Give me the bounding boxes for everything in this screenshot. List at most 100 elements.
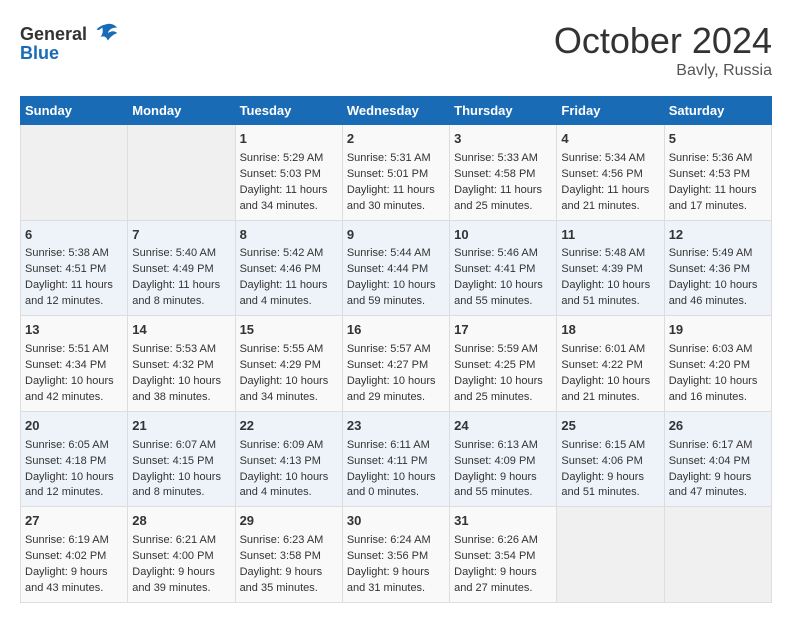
day-number: 27 [25,512,123,531]
calendar-cell: 15Sunrise: 5:55 AMSunset: 4:29 PMDayligh… [235,316,342,412]
calendar-cell: 22Sunrise: 6:09 AMSunset: 4:13 PMDayligh… [235,411,342,507]
logo-general: General [20,25,87,43]
cell-text: Daylight: 10 hours and 59 minutes. [347,278,445,310]
cell-text: Sunset: 4:51 PM [25,262,123,278]
cell-text: Daylight: 11 hours and 8 minutes. [132,278,230,310]
day-number: 23 [347,417,445,436]
cell-text: Sunset: 4:34 PM [25,358,123,374]
day-header-tuesday: Tuesday [235,97,342,125]
cell-text: Sunrise: 5:53 AM [132,342,230,358]
cell-text: Sunrise: 6:09 AM [240,438,338,454]
cell-text: Sunset: 4:41 PM [454,262,552,278]
day-number: 20 [25,417,123,436]
cell-text: Sunrise: 5:49 AM [669,246,767,262]
cell-text: Sunrise: 6:26 AM [454,533,552,549]
cell-text: Sunrise: 6:19 AM [25,533,123,549]
cell-text: Sunrise: 6:15 AM [561,438,659,454]
day-number: 5 [669,130,767,149]
cell-text: Sunrise: 5:34 AM [561,151,659,167]
calendar-cell: 1Sunrise: 5:29 AMSunset: 5:03 PMDaylight… [235,125,342,221]
day-number: 1 [240,130,338,149]
calendar-cell: 9Sunrise: 5:44 AMSunset: 4:44 PMDaylight… [342,220,449,316]
calendar-cell: 18Sunrise: 6:01 AMSunset: 4:22 PMDayligh… [557,316,664,412]
calendar-cell: 8Sunrise: 5:42 AMSunset: 4:46 PMDaylight… [235,220,342,316]
day-number: 3 [454,130,552,149]
cell-text: Daylight: 9 hours and 39 minutes. [132,565,230,597]
cell-text: Sunrise: 5:33 AM [454,151,552,167]
cell-text: Sunset: 3:56 PM [347,549,445,565]
logo: General Blue [20,20,119,62]
calendar-cell: 29Sunrise: 6:23 AMSunset: 3:58 PMDayligh… [235,507,342,603]
cell-text: Daylight: 9 hours and 31 minutes. [347,565,445,597]
calendar-cell: 2Sunrise: 5:31 AMSunset: 5:01 PMDaylight… [342,125,449,221]
cell-text: Sunset: 4:27 PM [347,358,445,374]
cell-text: Daylight: 11 hours and 12 minutes. [25,278,123,310]
cell-text: Sunrise: 5:40 AM [132,246,230,262]
day-number: 10 [454,226,552,245]
cell-text: Sunrise: 5:48 AM [561,246,659,262]
cell-text: Sunset: 4:46 PM [240,262,338,278]
day-number: 16 [347,321,445,340]
cell-text: Sunrise: 5:57 AM [347,342,445,358]
day-number: 24 [454,417,552,436]
title-section: October 2024 Bavly, Russia [554,20,772,80]
cell-text: Daylight: 10 hours and 21 minutes. [561,374,659,406]
day-number: 30 [347,512,445,531]
calendar-cell: 26 Sunrise: 6:17 AMSunset: 4:04 PMDayligh… [664,411,771,507]
cell-text: Sunrise: 5:51 AM [25,342,123,358]
cell-text: Sunset: 4:53 PM [669,167,767,183]
day-number: 2 [347,130,445,149]
day-number: 11 [561,226,659,245]
day-number: 17 [454,321,552,340]
day-header-thursday: Thursday [450,97,557,125]
calendar-cell [128,125,235,221]
day-number: 8 [240,226,338,245]
cell-text: Sunrise: 6:17 AM [669,438,767,454]
cell-text: Daylight: 9 hours and 27 minutes. [454,565,552,597]
cell-text: Daylight: 10 hours and 42 minutes. [25,374,123,406]
cell-text: Daylight: 10 hours and 51 minutes. [561,278,659,310]
calendar-cell [557,507,664,603]
cell-text: Sunrise: 5:31 AM [347,151,445,167]
logo-bird-icon [91,20,119,48]
day-number: 6 [25,226,123,245]
calendar-cell: 13Sunrise: 5:51 AMSunset: 4:34 PMDayligh… [21,316,128,412]
cell-text: Sunset: 4:06 PM [561,454,659,470]
cell-text: Daylight: 10 hours and 25 minutes. [454,374,552,406]
cell-text: Sunrise: 5:44 AM [347,246,445,262]
calendar-cell: 25Sunrise: 6:15 AMSunset: 4:06 PMDayligh… [557,411,664,507]
cell-text: Sunrise: 6:03 AM [669,342,767,358]
day-header-sunday: Sunday [21,97,128,125]
day-number: 22 [240,417,338,436]
cell-text: Daylight: 9 hours and 55 minutes. [454,470,552,502]
calendar-cell: 21Sunrise: 6:07 AMSunset: 4:15 PMDayligh… [128,411,235,507]
cell-text: Sunset: 4:22 PM [561,358,659,374]
cell-text: Daylight: 10 hours and 55 minutes. [454,278,552,310]
calendar-cell: 24Sunrise: 6:13 AMSunset: 4:09 PMDayligh… [450,411,557,507]
cell-text: Sunset: 4:15 PM [132,454,230,470]
cell-text: Sunset: 4:36 PM [669,262,767,278]
day-header-wednesday: Wednesday [342,97,449,125]
calendar-cell: 31Sunrise: 6:26 AMSunset: 3:54 PMDayligh… [450,507,557,603]
day-number: 26 [669,417,767,436]
calendar-cell: 19Sunrise: 6:03 AMSunset: 4:20 PMDayligh… [664,316,771,412]
cell-text: Daylight: 10 hours and 34 minutes. [240,374,338,406]
cell-text: Sunset: 4:02 PM [25,549,123,565]
cell-text: Sunset: 4:04 PM [669,454,767,470]
cell-text: Daylight: 10 hours and 16 minutes. [669,374,767,406]
cell-text: Sunset: 4:25 PM [454,358,552,374]
cell-text: Daylight: 10 hours and 38 minutes. [132,374,230,406]
calendar-cell: 27Sunrise: 6:19 AMSunset: 4:02 PMDayligh… [21,507,128,603]
day-number: 12 [669,226,767,245]
cell-text: Daylight: 9 hours and 47 minutes. [669,470,767,502]
calendar-week-row: 20Sunrise: 6:05 AMSunset: 4:18 PMDayligh… [21,411,772,507]
calendar-table: SundayMondayTuesdayWednesdayThursdayFrid… [20,96,772,603]
cell-text: Daylight: 10 hours and 0 minutes. [347,470,445,502]
calendar-week-row: 1Sunrise: 5:29 AMSunset: 5:03 PMDaylight… [21,125,772,221]
location: Bavly, Russia [554,62,772,80]
cell-text: Sunset: 4:49 PM [132,262,230,278]
day-number: 7 [132,226,230,245]
day-number: 4 [561,130,659,149]
cell-text: Sunset: 4:44 PM [347,262,445,278]
calendar-cell: 3Sunrise: 5:33 AMSunset: 4:58 PMDaylight… [450,125,557,221]
